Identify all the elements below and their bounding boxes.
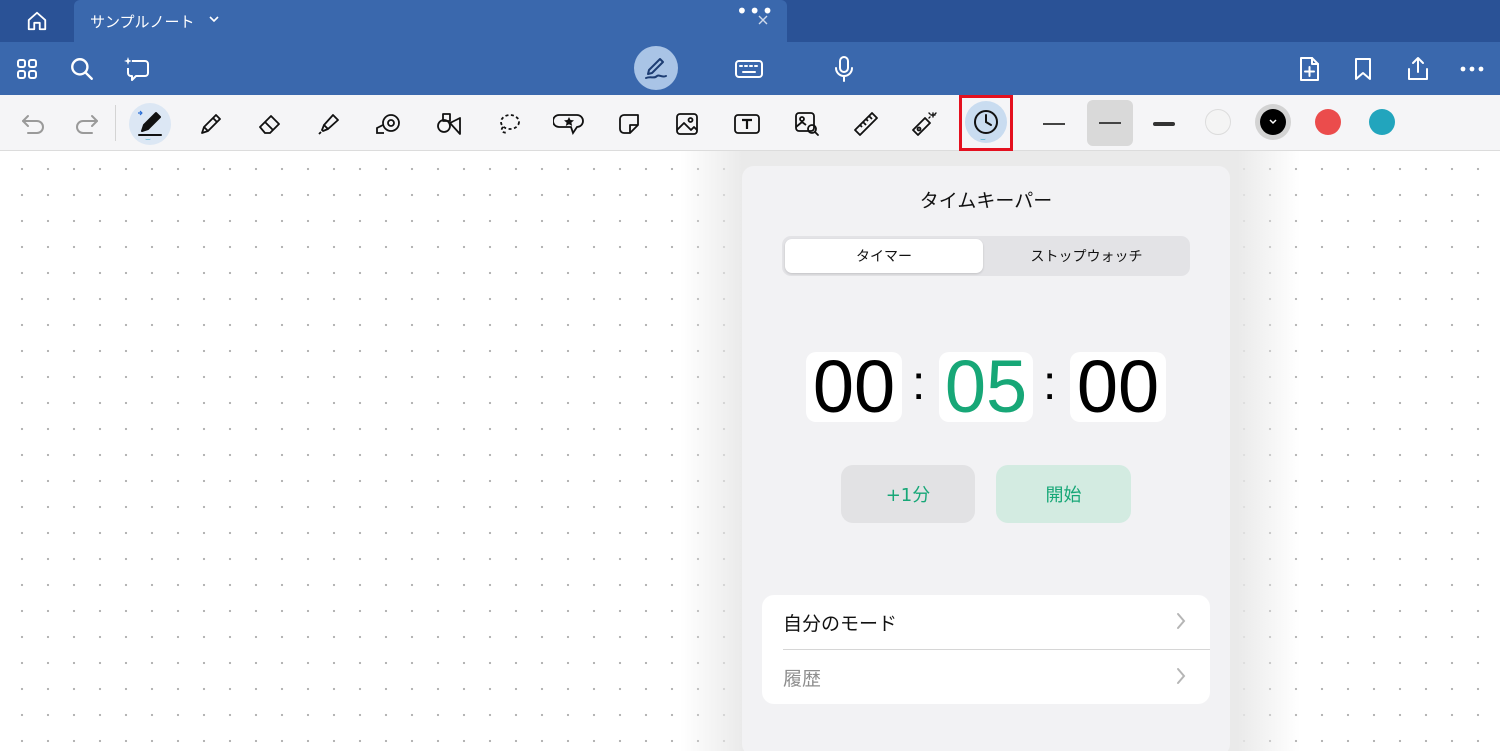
add-page-icon: [1300, 57, 1319, 81]
grid-button[interactable]: [6, 48, 48, 90]
color-red-swatch[interactable]: [1315, 109, 1341, 135]
undo-button[interactable]: [12, 103, 54, 145]
sticker-tool-button[interactable]: [548, 103, 590, 145]
sticker-icon: [553, 114, 584, 136]
shapes-tool-button[interactable]: [428, 103, 470, 145]
highlighter-tool-button[interactable]: [308, 103, 350, 145]
ruler-tool-button[interactable]: [845, 103, 887, 145]
share-icon: [1408, 57, 1428, 80]
shapes-icon: [437, 113, 461, 135]
lasso-tool-button[interactable]: [488, 103, 530, 145]
keyboard-icon: [735, 60, 763, 78]
handwriting-mode-button[interactable]: [634, 46, 678, 90]
color-white-swatch[interactable]: [1205, 109, 1231, 135]
stroke-medium-icon: [1099, 122, 1121, 124]
home-icon: [27, 11, 47, 31]
lasso-icon: [500, 114, 520, 134]
home-button[interactable]: [0, 0, 74, 42]
image-search-icon: [795, 112, 819, 136]
laser-pointer-tool-button[interactable]: [903, 103, 945, 145]
handwriting-icon: [645, 58, 667, 79]
popover-title: タイムキーパー: [919, 190, 1053, 212]
ruler-icon: [854, 112, 878, 136]
pencil-tool-button[interactable]: [190, 103, 232, 145]
bookmark-icon: [1355, 58, 1371, 80]
menu-item-my-mode[interactable]: 自分のモード: [762, 595, 1210, 649]
time-separator: :: [912, 357, 926, 410]
search-button[interactable]: [61, 48, 103, 90]
stroke-medium-button[interactable]: [1087, 100, 1133, 146]
redo-button[interactable]: [66, 103, 108, 145]
tape-icon: [376, 114, 400, 134]
text-tool-button[interactable]: [726, 103, 768, 145]
highlight-annotation: [959, 95, 1013, 151]
start-button[interactable]: 開始: [996, 465, 1131, 523]
menu-item-history[interactable]: 履歴: [762, 650, 1210, 704]
close-icon[interactable]: [757, 14, 769, 26]
drawing-toolbar: ⌣ ⌣: [0, 95, 1500, 151]
tab-bar: サンプルノート •••: [0, 0, 1500, 42]
image-tool-button[interactable]: [666, 103, 708, 145]
color-teal-swatch[interactable]: [1369, 109, 1395, 135]
color-black-dot: [1260, 109, 1286, 135]
time-separator: :: [1043, 357, 1057, 410]
voice-mode-button[interactable]: [823, 48, 865, 90]
minutes-digits[interactable]: 05: [939, 350, 1033, 424]
stroke-thin-button[interactable]: [1033, 103, 1075, 145]
color-black-swatch-selected[interactable]: [1255, 104, 1291, 140]
search-icon: [71, 58, 93, 80]
stroke-thick-icon: [1153, 122, 1175, 126]
laser-pointer-icon: [912, 112, 937, 136]
add-page-button[interactable]: [1288, 48, 1330, 90]
segment-timer[interactable]: タイマー: [785, 239, 983, 273]
tab-title: サンプルノート: [90, 13, 195, 31]
menu-item-label: 履歴: [783, 668, 822, 690]
mode-segmented-control: タイマー ストップウォッチ: [782, 236, 1190, 276]
stroke-thin-icon: [1043, 123, 1065, 125]
tape-tool-button[interactable]: [368, 103, 410, 145]
chevron-down-icon[interactable]: [208, 13, 220, 25]
pen-options-caret-icon: ⌣: [145, 135, 151, 145]
chevron-right-icon: [1177, 613, 1186, 629]
sticky-note-tool-button[interactable]: [608, 103, 650, 145]
more-icon: [1460, 66, 1484, 72]
eraser-icon: [259, 115, 280, 134]
eraser-tool-button[interactable]: [249, 103, 291, 145]
sticky-note-icon: [619, 114, 639, 134]
highlighter-icon: [318, 114, 339, 135]
main-toolbar: [0, 42, 1500, 95]
note-tab[interactable]: サンプルノート •••: [74, 0, 787, 42]
undo-icon: [22, 115, 44, 134]
microphone-icon: [835, 56, 853, 82]
menu-item-label: 自分のモード: [783, 613, 898, 635]
toolbar-divider: [115, 105, 116, 141]
grid-icon: [17, 59, 37, 79]
share-button[interactable]: [1397, 48, 1439, 90]
ai-assist-button[interactable]: [116, 48, 158, 90]
more-button[interactable]: [1451, 48, 1493, 90]
pencil-icon: [201, 114, 221, 134]
ai-assist-icon: [124, 57, 149, 81]
seconds-digits[interactable]: 00: [1070, 350, 1166, 424]
chevron-down-icon: [1269, 119, 1277, 125]
image-search-tool-button[interactable]: [786, 103, 828, 145]
redo-icon: [76, 115, 98, 134]
image-icon: [676, 113, 698, 135]
hours-digits[interactable]: 00: [806, 350, 902, 424]
add-minute-button[interactable]: +1分: [841, 465, 975, 523]
bookmark-button[interactable]: [1342, 48, 1384, 90]
chevron-right-icon: [1177, 668, 1186, 684]
timekeeper-popover: タイムキーパー タイマー ストップウォッチ 00 : 05 : 00 +1分 開…: [742, 166, 1230, 751]
stroke-thick-button[interactable]: [1143, 103, 1185, 145]
keyboard-mode-button[interactable]: [728, 48, 770, 90]
text-box-icon: [734, 114, 760, 134]
timekeeper-menu: 自分のモード 履歴: [762, 595, 1210, 704]
segment-stopwatch[interactable]: ストップウォッチ: [986, 239, 1187, 273]
